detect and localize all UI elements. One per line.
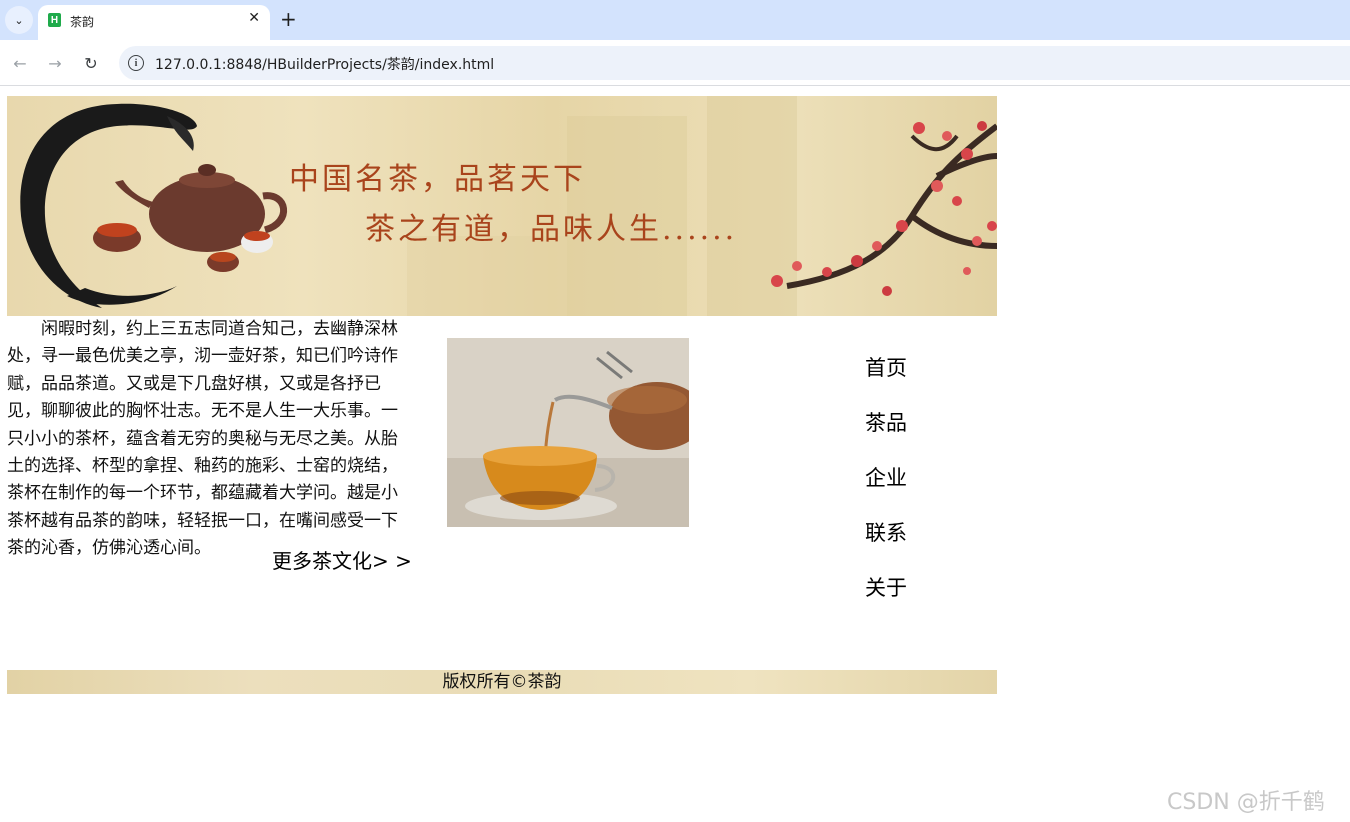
forward-arrow-icon[interactable]: → (44, 52, 66, 74)
tea-pouring-image (447, 338, 689, 527)
banner-slogan-line2: 茶之有道，品味人生...... (365, 212, 738, 247)
site-info-icon[interactable]: i (128, 55, 144, 71)
nav-item-contact[interactable]: 联系 (865, 517, 945, 572)
close-tab-icon[interactable]: ✕ (248, 10, 260, 26)
browser-tab-strip: ⌄ H 茶韵 ✕ + (0, 0, 1350, 40)
nav-item-tea-products[interactable]: 茶品 (865, 407, 945, 462)
hbuilder-favicon-icon: H (48, 13, 61, 27)
side-navigation: 首页 茶品 企业 联系 关于 (865, 352, 945, 627)
teapot-pouring-icon (447, 338, 689, 527)
browser-tab-active[interactable]: H 茶韵 ✕ (38, 5, 270, 40)
reload-icon[interactable]: ↻ (80, 52, 102, 74)
back-arrow-icon[interactable]: ← (9, 52, 31, 74)
nav-item-home[interactable]: 首页 (865, 352, 945, 407)
banner-slogan-line1: 中国名茶，品茗天下 (289, 162, 586, 197)
tab-title: 茶韵 (70, 15, 95, 29)
header-banner: 中国名茶，品茗天下 茶之有道，品味人生...... (7, 96, 997, 316)
page-footer: 版权所有©茶韵 (7, 670, 997, 694)
chevron-down-icon: ⌄ (14, 13, 24, 27)
url-text[interactable]: 127.0.0.1:8848/HBuilderProjects/茶韵/index… (155, 54, 494, 74)
browser-toolbar: ← → ↻ i 127.0.0.1:8848/HBuilderProjects/… (0, 40, 1350, 86)
plum-blossom-branch-icon (771, 121, 997, 296)
tea-culture-intro-text: 闲暇时刻，约上三五志同道合知己，去幽静深林处，寻一最色优美之亭，沏一壶好茶，知已… (7, 319, 398, 559)
copyright-text: 版权所有©茶韵 (442, 672, 562, 692)
csdn-watermark: CSDN @折千鹤 (1167, 790, 1325, 815)
nav-item-company[interactable]: 企业 (865, 462, 945, 517)
address-bar[interactable]: i 127.0.0.1:8848/HBuilderProjects/茶韵/ind… (119, 46, 1350, 80)
nav-item-about[interactable]: 关于 (865, 572, 945, 627)
more-tea-culture-link[interactable]: 更多茶文化> > (272, 545, 412, 574)
new-tab-button[interactable]: + (280, 8, 297, 30)
tab-search-button[interactable]: ⌄ (5, 6, 33, 34)
